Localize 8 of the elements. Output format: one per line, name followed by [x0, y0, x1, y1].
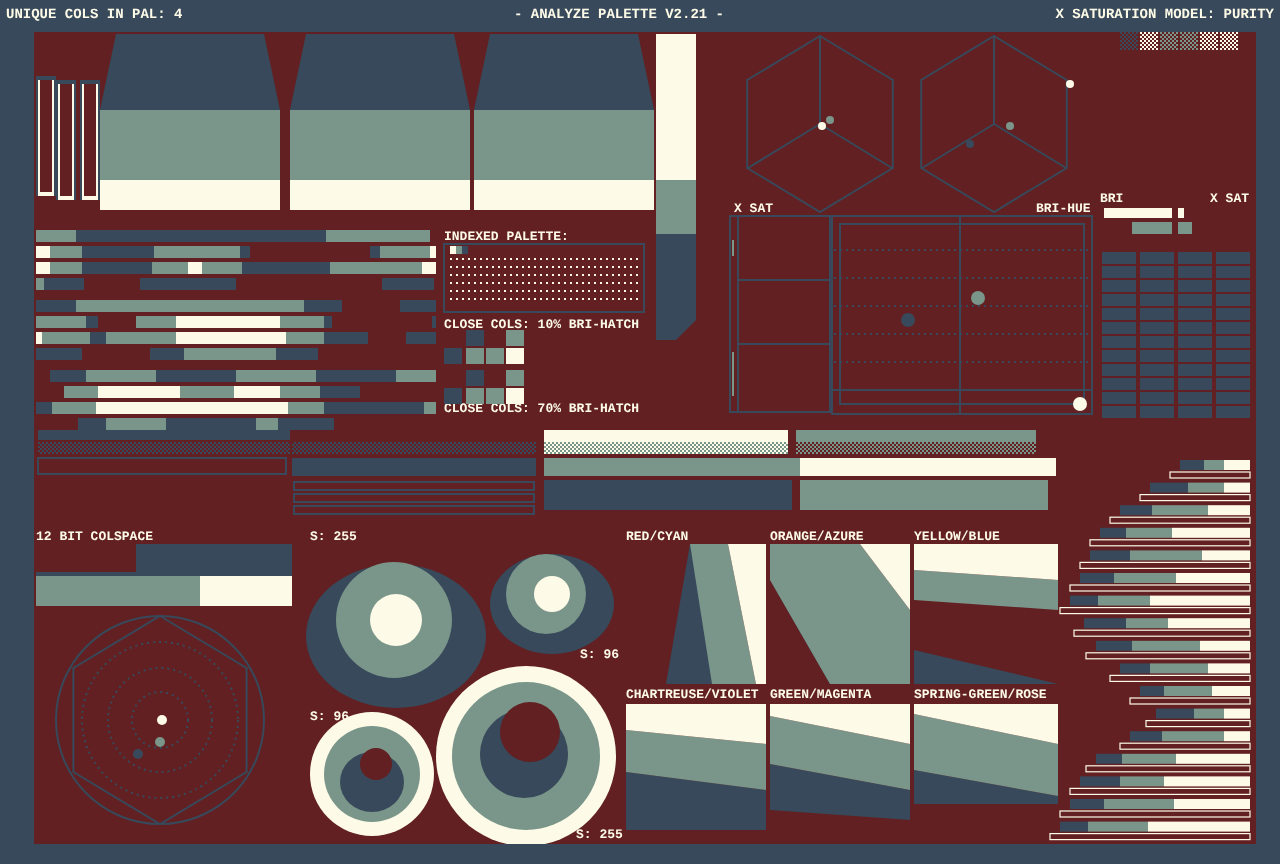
hue-band-drawing: [914, 704, 1058, 804]
hue-band-drawing: [626, 704, 766, 830]
hue-band-drawing: [914, 544, 1058, 684]
hatch-cells-drawing: [444, 370, 524, 404]
hue-band-drawing: [770, 704, 910, 820]
hue-band-drawing: [770, 544, 910, 684]
hatch-cells-drawing: [444, 330, 524, 364]
hue-band-drawing: [666, 544, 766, 684]
